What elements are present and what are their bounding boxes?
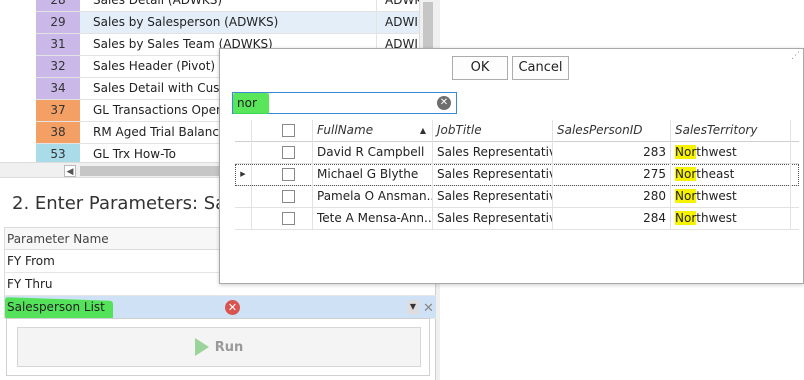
run-area: Run [6,318,430,376]
jobtitle-cell: Sales Representative [433,164,553,186]
column-header-salespersonid[interactable]: SalesPersonID [553,120,671,142]
fullname-cell: Michael G Blythe [313,164,433,186]
salesterritory-cell: Northeast [671,164,791,186]
search-match-highlight: Nor [675,189,697,203]
resize-grip-icon[interactable]: ⋰ [791,51,800,61]
jobtitle-cell: Sales Representative [433,208,553,230]
row-select-cell[interactable] [252,142,313,164]
report-name: Sales Detail with Custon [93,81,240,95]
fullname-cell: Pamela O Ansman... [313,186,433,208]
cancel-button[interactable]: Cancel [512,56,569,80]
report-name: GL Trx How-To [93,147,176,161]
territory-rest: thwest [696,211,737,225]
search-match-highlight: Nor [675,167,697,181]
column-divider [376,0,377,11]
select-all-checkbox[interactable] [282,124,295,137]
row-select-cell[interactable] [252,164,313,186]
play-icon [194,338,209,356]
report-name: GL Transactions Open (S [93,103,240,117]
row-checkbox[interactable] [282,212,295,225]
row-indicator [235,142,252,164]
column-header-salesterritory[interactable]: SalesTerritory [671,120,791,142]
salespersonid-cell: 280 [553,186,671,208]
report-name: Sales by Salesperson (ADWKS) [93,15,279,29]
search-match-highlight: Nor [675,211,697,225]
clear-icon[interactable]: ✕ [423,298,434,320]
territory-rest: thwest [696,145,737,159]
param-label: FY From [7,254,55,268]
search-input[interactable] [237,94,427,112]
grid-row[interactable]: Pamela O Ansman... Sales Representative 28… [235,186,799,208]
param-label: Salesperson List [7,300,105,314]
report-number: 29 [36,12,80,33]
row-checkbox[interactable] [282,146,295,159]
ok-button[interactable]: OK [452,56,508,80]
report-database: ADWK [385,0,423,7]
row-select-cell[interactable] [252,186,313,208]
clear-search-icon[interactable]: ✕ [437,96,451,110]
row-indicator-header [235,120,252,142]
jobtitle-cell: Sales Representative [433,142,553,164]
grid-row[interactable]: David R Campbell Sales Representative 283 N… [235,142,799,164]
salesterritory-cell: Northwest [671,142,791,164]
fullname-cell: David R Campbell [313,142,433,164]
report-list-item[interactable]: 28 Sales Detail (ADWKS) ADWK [36,0,423,12]
report-number: 37 [36,100,80,121]
sort-ascending-icon: ▲ [419,126,426,135]
param-row-salesperson-list[interactable]: Salesperson List ✕ ▼ ✕ [4,296,436,323]
row-indicator [235,208,252,230]
run-button[interactable]: Run [17,327,421,367]
grid-row[interactable]: ▶ Michael G Blythe Sales Representative 275… [235,164,799,186]
report-number: 28 [36,0,80,11]
error-icon: ✕ [225,300,240,315]
row-checkbox[interactable] [282,168,295,181]
column-header-label: FullName [317,123,374,137]
salesterritory-cell: Northwest [671,208,791,230]
salesterritory-cell: Northwest [671,186,791,208]
salespersonid-cell: 275 [553,164,671,186]
column-divider [376,12,377,33]
report-number: 53 [36,144,80,162]
row-indicator [235,186,252,208]
territory-rest: thwest [696,189,737,203]
search-box: ✕ [232,92,457,114]
grid-row[interactable]: Tete A Mensa-Ann... Sales Representative 2… [235,208,799,230]
salespersonid-cell: 284 [553,208,671,230]
row-checkbox[interactable] [282,190,295,203]
section-title: 2. Enter Parameters: Sales [12,193,252,214]
right-bottom-pane [440,282,804,380]
report-name: Sales Detail (ADWKS) [93,0,223,7]
column-header-jobtitle[interactable]: JobTitle [433,120,553,142]
report-number: 34 [36,78,80,99]
fullname-cell: Tete A Mensa-Ann... [313,208,433,230]
dropdown-arrow-icon[interactable]: ▼ [407,300,419,314]
row-select-cell[interactable] [252,208,313,230]
salesperson-picker-popup: ⋰ OK Cancel ✕ FullName ▲ JobTitle SalesPe… [219,48,804,284]
report-number: 32 [36,56,80,77]
grid-body: David R Campbell Sales Representative 283 N… [235,142,799,230]
salespersonid-cell: 283 [553,142,671,164]
search-match-highlight: Nor [675,145,697,159]
param-label: FY Thru [7,277,53,291]
report-name: RM Aged Trial Balance ( [93,125,235,139]
report-number: 31 [36,34,80,55]
run-label: Run [214,339,244,355]
grid-header-row: FullName ▲ JobTitle SalesPersonID SalesTe… [235,120,799,142]
select-all-header[interactable] [252,120,313,142]
scroll-left-arrow-icon[interactable]: ◀ [64,165,76,177]
report-list-item[interactable]: 29 Sales by Salesperson (ADWKS) ADWI [36,12,419,34]
column-header-fullname[interactable]: FullName ▲ [313,120,433,142]
salesperson-grid: FullName ▲ JobTitle SalesPersonID SalesTe… [235,120,799,230]
row-indicator: ▶ [235,164,252,186]
territory-rest: theast [696,167,735,181]
report-database: ADWI [385,15,418,29]
jobtitle-cell: Sales Representative [433,186,553,208]
report-number: 38 [36,122,80,143]
